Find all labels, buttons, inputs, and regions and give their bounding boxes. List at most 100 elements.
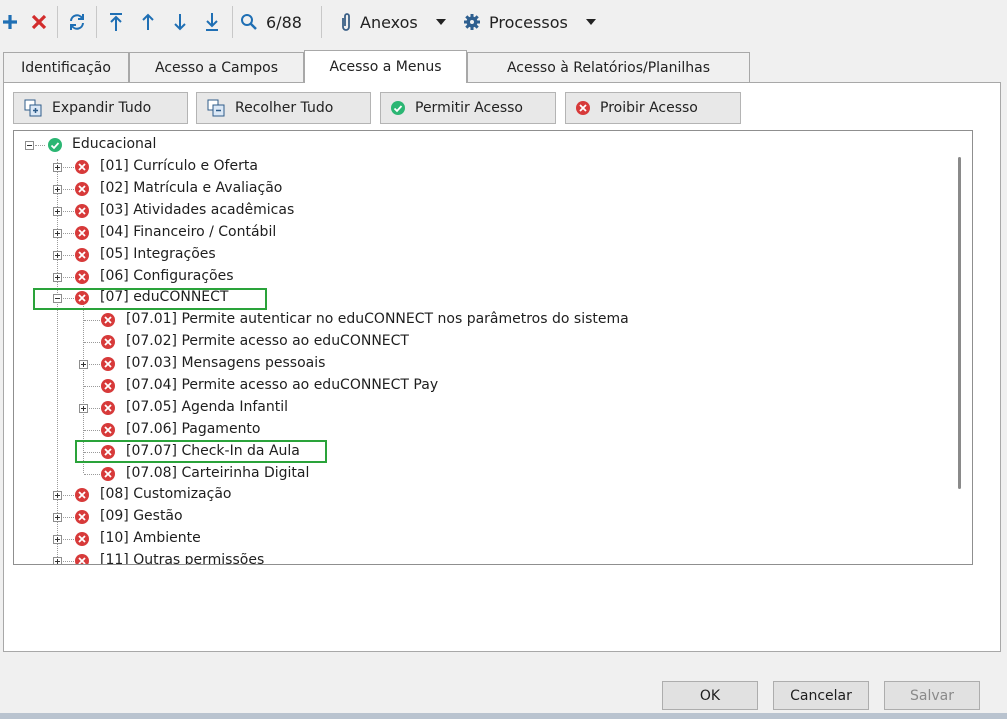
- tree-subitem[interactable]: [07.05] Agenda Infantil: [14, 398, 944, 418]
- tree-item-label: [07.01] Permite autenticar no eduCONNECT…: [126, 311, 629, 327]
- expand-toggle-icon[interactable]: [53, 491, 62, 500]
- expand-toggle-icon[interactable]: [53, 207, 62, 216]
- anexos-dropdown[interactable]: Anexos: [340, 6, 450, 38]
- deny-circle-icon: [75, 554, 89, 564]
- deny-circle-icon: [576, 101, 590, 115]
- tree-item-label: [10] Ambiente: [100, 530, 201, 546]
- tree-subitem[interactable]: [07.03] Mensagens pessoais: [14, 354, 944, 374]
- tree-item-label: [08] Customização: [100, 486, 232, 502]
- toolbar-separator: [96, 6, 97, 38]
- deny-circle-icon: [75, 532, 89, 546]
- expand-toggle-icon[interactable]: [53, 185, 62, 194]
- expand-tree-icon: [24, 99, 42, 117]
- tree-item[interactable]: [10] Ambiente: [14, 529, 944, 549]
- toolbar-separator: [232, 6, 233, 38]
- window-bottom-border: [0, 713, 1007, 719]
- expand-toggle-icon[interactable]: [53, 229, 62, 238]
- expand-all-button[interactable]: Expandir Tudo: [13, 92, 188, 124]
- arrow-up-icon: [142, 13, 154, 30]
- tab-acesso-relatorios[interactable]: Acesso à Relatórios/Planilhas: [467, 52, 750, 82]
- collapse-toggle-icon[interactable]: [25, 141, 34, 150]
- add-button[interactable]: [0, 6, 20, 38]
- tree-item-label: [04] Financeiro / Contábil: [100, 224, 277, 240]
- expand-toggle-icon[interactable]: [53, 513, 62, 522]
- tree-item[interactable]: [05] Integrações: [14, 245, 944, 265]
- tree-item-label: [07.06] Pagamento: [126, 421, 261, 437]
- search-icon: [241, 14, 257, 30]
- paperclip-icon: [342, 13, 350, 31]
- gear-icon: [464, 14, 480, 30]
- tree-item[interactable]: [09] Gestão: [14, 507, 944, 527]
- tree-item-label: [07.03] Mensagens pessoais: [126, 355, 326, 371]
- tab-acesso-campos[interactable]: Acesso a Campos: [129, 52, 304, 82]
- tree-item[interactable]: [03] Atividades acadêmicas: [14, 201, 944, 221]
- cancel-button[interactable]: Cancelar: [773, 681, 869, 710]
- close-icon: [31, 14, 47, 30]
- collapse-tree-icon: [207, 99, 225, 117]
- deny-circle-icon: [75, 270, 89, 284]
- previous-record-button[interactable]: [136, 6, 160, 38]
- tree-item[interactable]: [01] Currículo e Oferta: [14, 157, 944, 177]
- arrow-down-icon: [174, 14, 186, 31]
- tab-label: Acesso a Campos: [154, 59, 278, 76]
- tab-acesso-menus[interactable]: Acesso a Menus: [304, 50, 467, 83]
- highlight-box: [75, 440, 327, 463]
- allow-access-button[interactable]: Permitir Acesso: [380, 92, 556, 124]
- menu-permission-tree[interactable]: Educacional [01] Currículo e Oferta [02] …: [13, 130, 973, 565]
- deny-access-label: Proibir Acesso: [600, 100, 698, 116]
- last-record-button[interactable]: [200, 6, 224, 38]
- tab-label: Acesso a Menus: [329, 59, 442, 75]
- tree-item[interactable]: [02] Matrícula e Avaliação: [14, 179, 944, 199]
- scrollbar-thumb[interactable]: [958, 157, 961, 489]
- tab-identificacao[interactable]: Identificação: [3, 52, 129, 82]
- toolbar: 6/88 Anexos Processos: [0, 0, 1007, 44]
- record-counter: 6/88: [266, 12, 302, 32]
- tree-item[interactable]: [08] Customização: [14, 485, 944, 505]
- delete-button[interactable]: [28, 6, 50, 38]
- tree-item-label: [06] Configurações: [100, 268, 234, 284]
- tree-subitem[interactable]: [07.02] Permite acesso ao eduCONNECT: [14, 332, 944, 352]
- collapse-all-button[interactable]: Recolher Tudo: [196, 92, 371, 124]
- tree-subitem[interactable]: [07.06] Pagamento: [14, 420, 944, 440]
- anexos-label: Anexos: [360, 12, 418, 32]
- arrow-to-bottom-icon: [206, 13, 218, 31]
- expand-toggle-icon[interactable]: [79, 360, 88, 369]
- tree-item[interactable]: [04] Financeiro / Contábil: [14, 223, 944, 243]
- deny-circle-icon: [101, 401, 115, 415]
- processos-dropdown[interactable]: Processos: [463, 6, 598, 38]
- tree-item-label: [03] Atividades acadêmicas: [100, 202, 295, 218]
- next-record-button[interactable]: [168, 6, 192, 38]
- deny-access-button[interactable]: Proibir Acesso: [565, 92, 741, 124]
- tree-item[interactable]: [06] Configurações: [14, 267, 944, 287]
- refresh-icon: [70, 14, 84, 30]
- tree-item-label: [05] Integrações: [100, 246, 216, 262]
- plus-icon: [3, 15, 17, 29]
- tree-item-label: [09] Gestão: [100, 508, 183, 524]
- deny-circle-icon: [75, 160, 89, 174]
- expand-toggle-icon[interactable]: [79, 404, 88, 413]
- ok-button[interactable]: OK: [662, 681, 758, 710]
- save-button[interactable]: Salvar: [884, 681, 980, 710]
- check-circle-icon: [48, 138, 62, 152]
- tree-subitem[interactable]: [07.01] Permite autenticar no eduCONNECT…: [14, 310, 944, 330]
- deny-circle-icon: [101, 335, 115, 349]
- tree-subitem[interactable]: [07.04] Permite acesso ao eduCONNECT Pay: [14, 376, 944, 396]
- tree-item[interactable]: [11] Outras permissões: [14, 551, 944, 564]
- tree-item-label: [07.02] Permite acesso ao eduCONNECT: [126, 333, 409, 349]
- deny-circle-icon: [101, 467, 115, 481]
- chevron-down-icon: [585, 19, 596, 25]
- expand-toggle-icon[interactable]: [53, 163, 62, 172]
- deny-circle-icon: [101, 357, 115, 371]
- expand-toggle-icon[interactable]: [53, 251, 62, 260]
- expand-toggle-icon[interactable]: [53, 273, 62, 282]
- toolbar-separator: [57, 6, 58, 38]
- save-label: Salvar: [910, 687, 954, 704]
- tree-subitem[interactable]: [07.08] Carteirinha Digital: [14, 464, 944, 484]
- tab-label: Identificação: [21, 59, 111, 76]
- expand-toggle-icon[interactable]: [53, 535, 62, 544]
- first-record-button[interactable]: [104, 6, 128, 38]
- tree-item-label: [01] Currículo e Oferta: [100, 158, 258, 174]
- search-record-button[interactable]: 6/88: [240, 6, 310, 38]
- refresh-button[interactable]: [64, 6, 90, 38]
- expand-toggle-icon[interactable]: [53, 557, 62, 564]
